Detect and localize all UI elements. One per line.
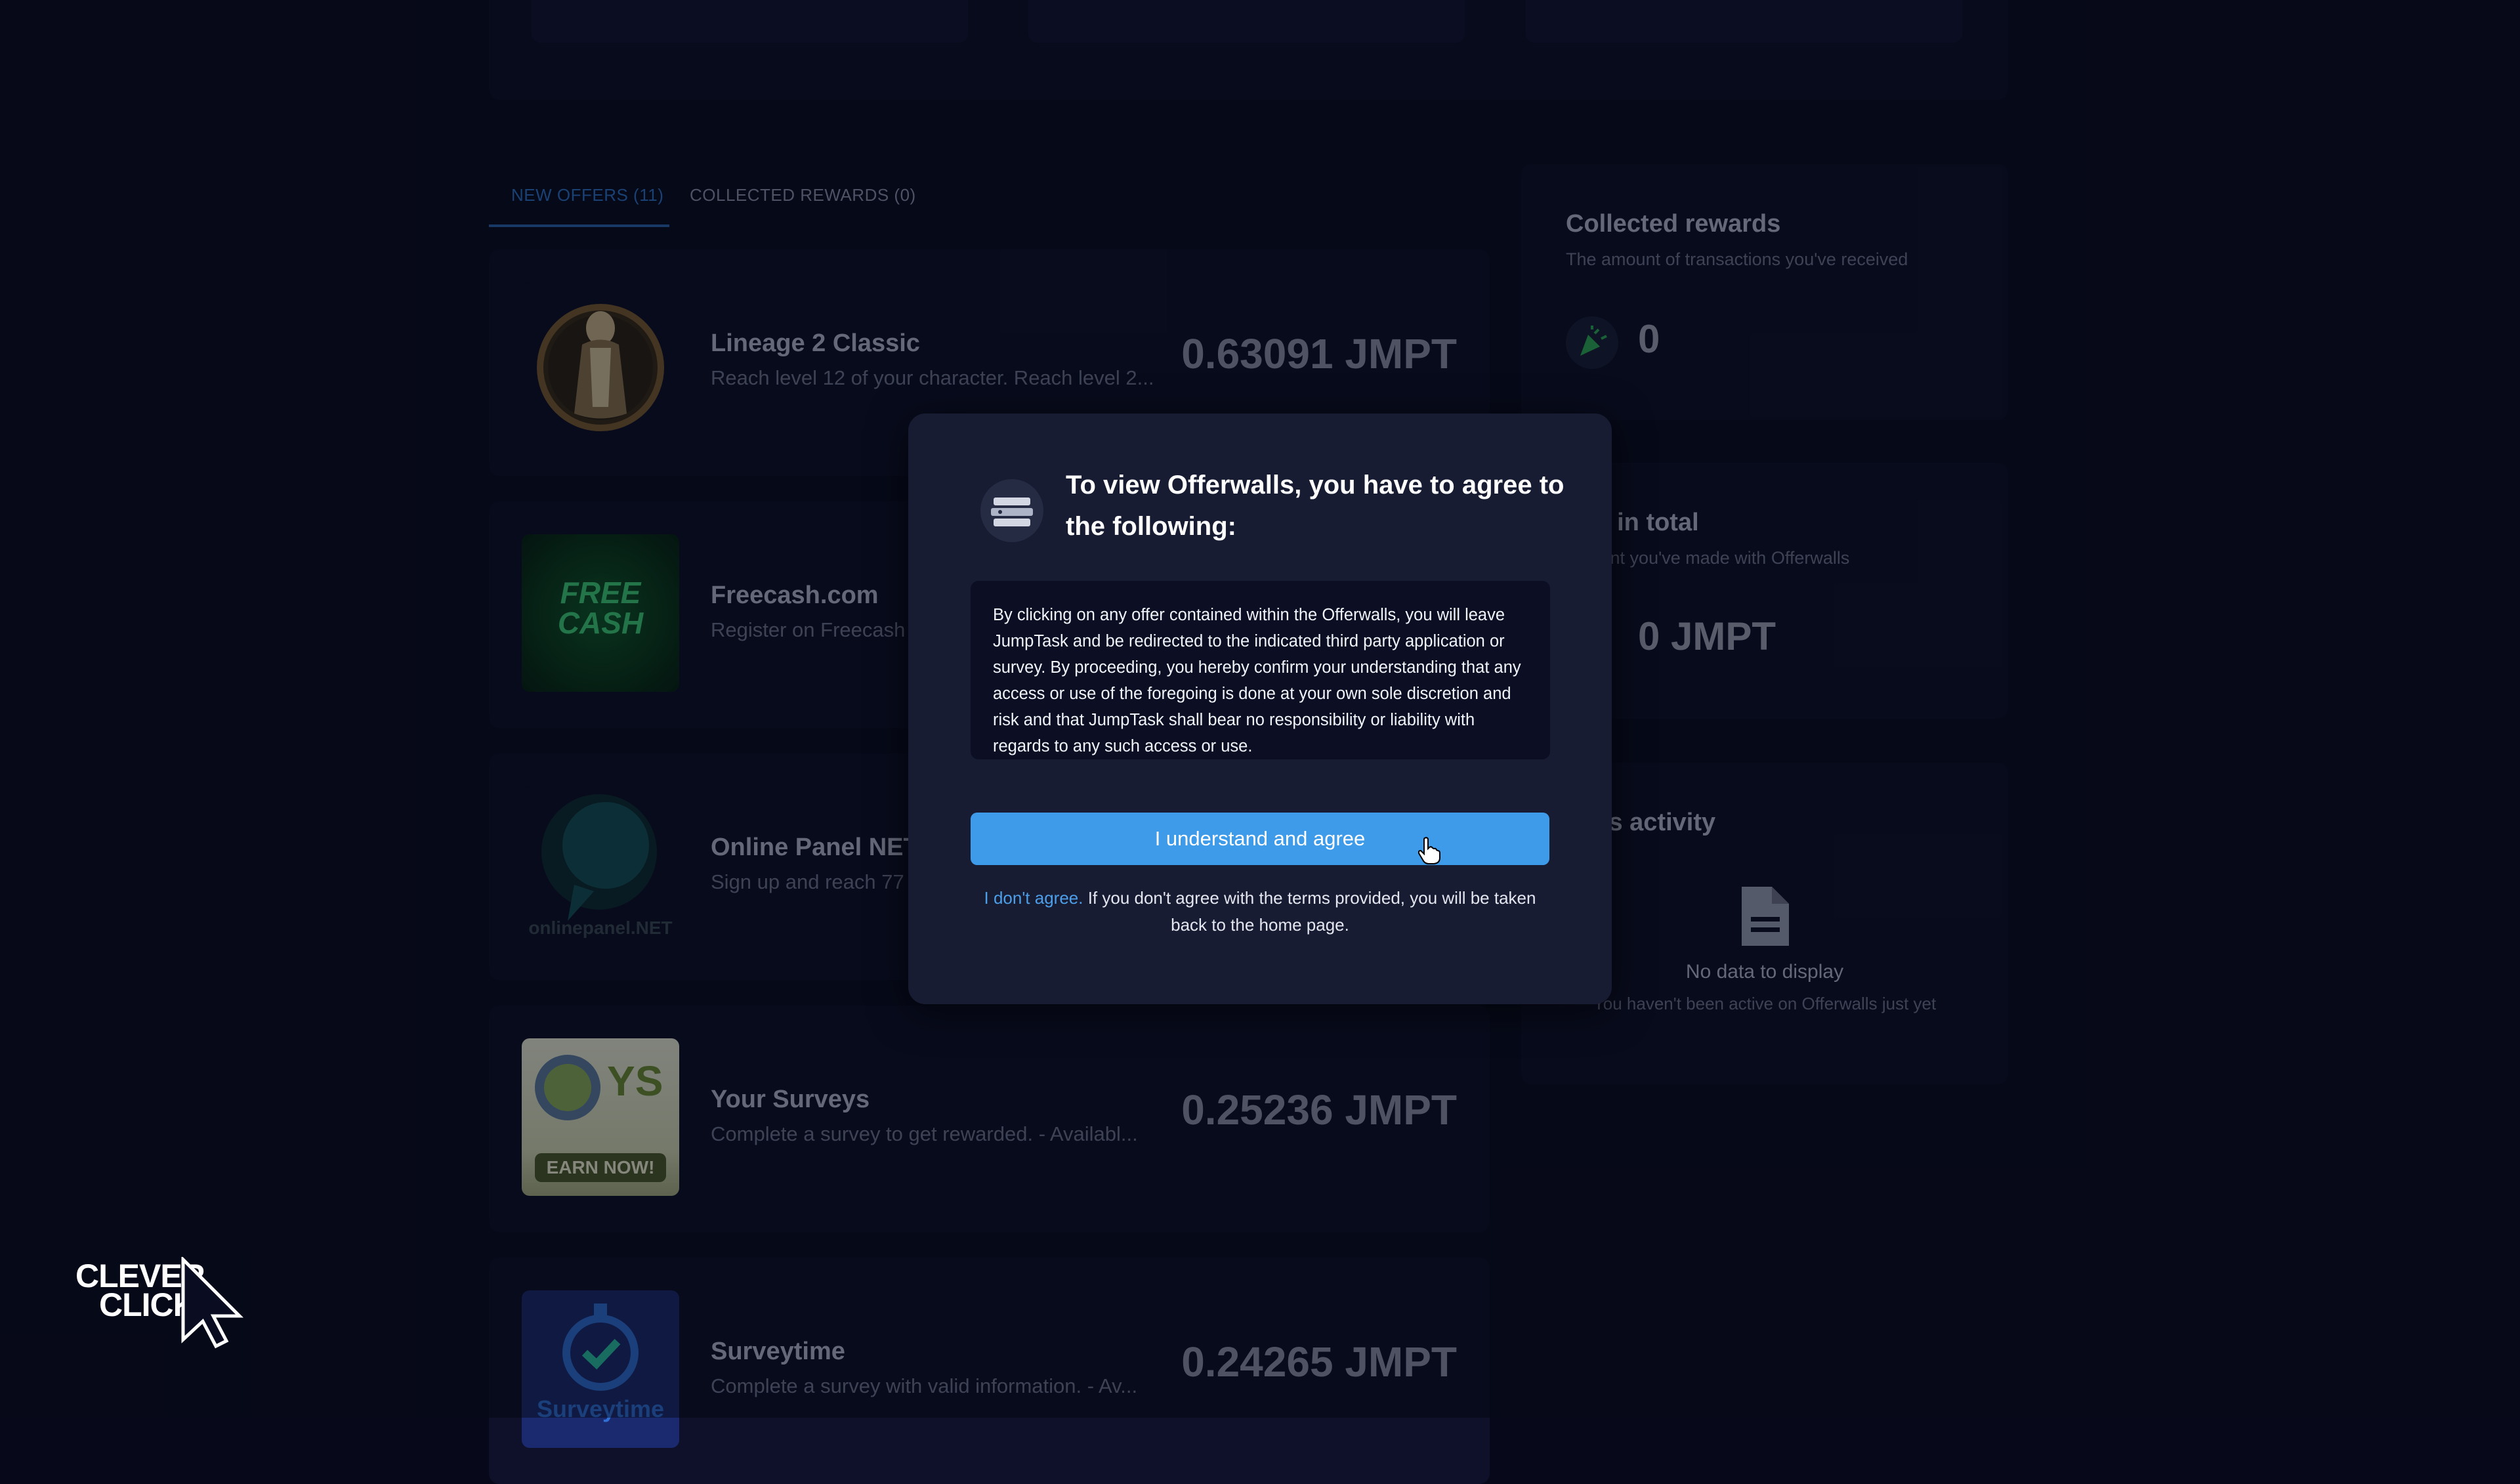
clever-click-logo: CLEVER CLICK <box>75 1257 246 1349</box>
logo-pointer-icon <box>181 1257 243 1349</box>
dialog-title: To view Offerwalls, you have to agree to… <box>1066 471 1564 541</box>
disagree-link[interactable]: I don't agree. <box>984 888 1083 908</box>
terms-text: By clicking on any offer contained withi… <box>971 581 1550 759</box>
agree-button[interactable]: I understand and agree <box>971 813 1549 865</box>
disagree-notice: I don't agree. If you don't agree with t… <box>971 885 1549 939</box>
disagree-text: If you don't agree with the terms provid… <box>1083 888 1536 935</box>
offerwall-consent-dialog: To view Offerwalls, you have to agree to… <box>908 413 1612 1004</box>
hand-cursor-icon <box>1418 837 1440 871</box>
offerwall-icon <box>980 479 1043 542</box>
